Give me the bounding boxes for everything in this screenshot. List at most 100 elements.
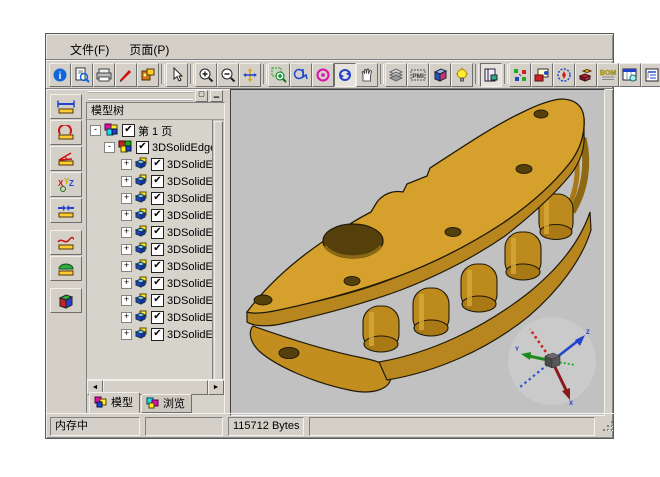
print-button[interactable] xyxy=(93,63,115,87)
tree-row-page[interactable]: - ✔ 第 1 页 xyxy=(87,122,212,139)
tree-label[interactable]: 3DSolidE. xyxy=(167,244,212,256)
tree-row-part[interactable]: + ✔ 3DSolidE. xyxy=(87,207,212,224)
visibility-checkbox[interactable]: ✔ xyxy=(122,124,135,137)
tree-row-part[interactable]: + ✔ 3DSolidE. xyxy=(87,156,212,173)
tree-label[interactable]: 3DSolidE. xyxy=(167,261,212,273)
visibility-checkbox[interactable]: ✔ xyxy=(151,277,164,290)
expand-icon[interactable]: + xyxy=(121,312,132,323)
tree-row-part[interactable]: + ✔ 3DSolidE. xyxy=(87,275,212,292)
tree-label[interactable]: 3DSolidE. xyxy=(167,159,212,171)
tree-row-part[interactable]: + ✔ 3DSolidE. xyxy=(87,326,212,343)
light-button[interactable] xyxy=(451,63,473,87)
tree-label[interactable]: 3DSolidE. xyxy=(167,193,212,205)
measure-curve-button[interactable] xyxy=(50,230,82,255)
tree-label[interactable]: 3DSolidE. xyxy=(167,176,212,188)
tree-row-part[interactable]: + ✔ 3DSolidE. xyxy=(87,190,212,207)
tab-model[interactable]: 模型 xyxy=(89,392,140,413)
measure-xyz-button[interactable]: XYZ xyxy=(50,172,82,197)
stamp-keys-button[interactable] xyxy=(137,63,159,87)
axis-trackball[interactable]: Z X Y xyxy=(507,316,597,406)
expand-icon[interactable]: + xyxy=(121,244,132,255)
panel-float-button[interactable]: ▢ xyxy=(195,90,208,102)
collapse-icon[interactable]: - xyxy=(104,142,115,153)
zoom-select-button[interactable] xyxy=(290,63,312,87)
measure-area-button[interactable] xyxy=(50,256,82,281)
expand-icon[interactable]: + xyxy=(121,278,132,289)
zoom-window-button[interactable] xyxy=(268,63,290,87)
visibility-checkbox[interactable]: ✔ xyxy=(136,141,149,154)
tree-row-part[interactable]: + ✔ 3DSolidE. xyxy=(87,241,212,258)
visibility-checkbox[interactable]: ✔ xyxy=(151,311,164,324)
visibility-checkbox[interactable]: ✔ xyxy=(151,192,164,205)
viewport-3d[interactable]: Z X Y xyxy=(230,89,605,416)
panel-grip-handle[interactable] xyxy=(88,91,193,101)
zoom-in-button[interactable] xyxy=(195,63,217,87)
tab-browse[interactable]: 浏览 xyxy=(141,394,192,413)
scrollbar-thumb[interactable] xyxy=(214,121,223,379)
markup-pen-button[interactable] xyxy=(115,63,137,87)
expand-icon[interactable]: + xyxy=(121,295,132,306)
menu-file[interactable]: 文件(F) xyxy=(62,39,117,60)
select-cursor-button[interactable] xyxy=(166,63,188,87)
model-tree-toggle-button[interactable] xyxy=(480,63,502,87)
explode-button[interactable] xyxy=(509,63,531,87)
measure-distance-button[interactable] xyxy=(50,94,82,119)
view-cube-button[interactable] xyxy=(429,63,451,87)
pan-cross-button[interactable] xyxy=(239,63,261,87)
layers-button[interactable] xyxy=(385,63,407,87)
scroll-right-arrow[interactable]: ► xyxy=(208,380,224,395)
measure-radius-button[interactable] xyxy=(50,120,82,145)
menu-page[interactable]: 页面(P) xyxy=(121,39,177,60)
visibility-checkbox[interactable]: ✔ xyxy=(151,260,164,273)
tree-row-part[interactable]: + ✔ 3DSolidE. xyxy=(87,173,212,190)
tree-row-part[interactable]: + ✔ 3DSolidE. xyxy=(87,309,212,326)
measure-between-button[interactable] xyxy=(50,198,82,223)
tree-label[interactable]: 3DSolidE. xyxy=(167,227,212,239)
tree-label[interactable]: 3DSolidE. xyxy=(167,295,212,307)
visibility-checkbox[interactable]: ✔ xyxy=(151,328,164,341)
bom-button[interactable]: BOM xyxy=(597,63,619,87)
orbit-button[interactable] xyxy=(312,63,334,87)
tree-vertical-scrollbar[interactable] xyxy=(212,120,224,379)
tree-label[interactable]: 3DSolidE. xyxy=(167,312,212,324)
measure-volume-button[interactable] xyxy=(50,288,82,313)
panel-hide-button[interactable]: ▁ xyxy=(210,90,223,102)
visibility-checkbox[interactable]: ✔ xyxy=(151,209,164,222)
spin-button[interactable] xyxy=(334,63,356,87)
expand-icon[interactable]: + xyxy=(121,329,132,340)
measure-angle-button[interactable] xyxy=(50,146,82,171)
open-file-button[interactable] xyxy=(71,63,93,87)
tree-label[interactable]: 3DSolidE. xyxy=(167,278,212,290)
tree-row-assembly[interactable]: - ✔ 3DSolidEdge. xyxy=(87,139,212,156)
pmi-button[interactable]: PMI xyxy=(407,63,429,87)
report-table-button[interactable] xyxy=(619,63,641,87)
tree-view-button[interactable] xyxy=(641,63,660,87)
expand-icon[interactable]: + xyxy=(121,159,132,170)
tree-label[interactable]: 第 1 页 xyxy=(138,123,172,139)
expand-icon[interactable]: + xyxy=(121,210,132,221)
visibility-checkbox[interactable]: ✔ xyxy=(151,226,164,239)
visibility-checkbox[interactable]: ✔ xyxy=(151,175,164,188)
collapse-icon[interactable]: - xyxy=(90,125,101,136)
visibility-checkbox[interactable]: ✔ xyxy=(151,158,164,171)
animation-button[interactable] xyxy=(531,63,553,87)
expand-icon[interactable]: + xyxy=(121,193,132,204)
pan-hand-button[interactable] xyxy=(356,63,378,87)
tree-label[interactable]: 3DSolidE. xyxy=(167,210,212,222)
tree-label[interactable]: 3DSolidE. xyxy=(167,329,212,341)
expand-icon[interactable]: + xyxy=(121,261,132,272)
panel-header[interactable]: ▢ ▁ xyxy=(86,89,225,102)
expand-icon[interactable]: + xyxy=(121,227,132,238)
info-button[interactable]: i xyxy=(49,63,71,87)
tree-label[interactable]: 3DSolidEdge. xyxy=(152,142,212,154)
parts-stack-button[interactable] xyxy=(575,63,597,87)
tree-row-part[interactable]: + ✔ 3DSolidE. xyxy=(87,258,212,275)
zoom-out-button[interactable] xyxy=(217,63,239,87)
visibility-checkbox[interactable]: ✔ xyxy=(151,243,164,256)
tree-row-part[interactable]: + ✔ 3DSolidE. xyxy=(87,292,212,309)
expand-icon[interactable]: + xyxy=(121,176,132,187)
visibility-checkbox[interactable]: ✔ xyxy=(151,294,164,307)
resize-grip[interactable] xyxy=(602,420,615,433)
update-rotate-button[interactable] xyxy=(553,63,575,87)
tree-row-part[interactable]: + ✔ 3DSolidE. xyxy=(87,224,212,241)
